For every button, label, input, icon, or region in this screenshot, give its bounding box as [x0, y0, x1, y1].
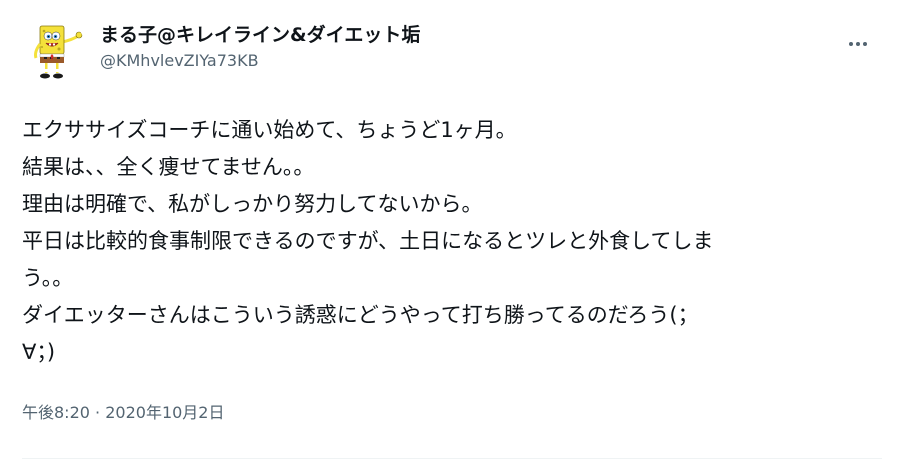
tweet-text: エクササイズコーチに通い始めて、ちょうど1ヶ月。 結果は、、全く痩せてません。。… [22, 112, 852, 371]
tweet-timestamp: 午後8:20 · 2020年10月2日 [22, 401, 224, 425]
author-names: まる子@キレイライン&ダイエット垢 @KMhvlevZIYa73KB [100, 22, 420, 72]
avatar[interactable] [22, 18, 86, 82]
author-handle[interactable]: @KMhvlevZIYa73KB [100, 50, 420, 72]
divider [22, 458, 882, 459]
tweet-text-line: エクササイズコーチに通い始めて、ちょうど1ヶ月。 [22, 118, 517, 142]
tweet-text-line: 平日は比較的食事制限できるのですが、土日になるとツレと外食してしま [22, 229, 714, 253]
tweet-text-line: ∀；) [22, 340, 56, 364]
sponge-character-avatar-icon [22, 18, 86, 82]
tweet-text-line: 結果は、、全く痩せてません。。 [22, 155, 315, 179]
tweet-text-line: う。。 [22, 266, 74, 290]
tweet-text-line: ダイエッターさんはこういう誘惑にどうやって打ち勝ってるのだろう(； [22, 303, 699, 327]
tweet-header: まる子@キレイライン&ダイエット垢 @KMhvlevZIYa73KB [22, 14, 882, 84]
tweet-time-link[interactable]: 午後8:20 [22, 403, 90, 422]
more-options-icon [849, 42, 867, 46]
tweet-text-line: 理由は明確で、私がしっかり努力してないから。 [22, 192, 483, 216]
tweet-date-link[interactable]: 2020年10月2日 [105, 403, 224, 422]
meta-separator: · [95, 403, 101, 422]
more-options-button[interactable] [842, 28, 874, 60]
author-display-name[interactable]: まる子@キレイライン&ダイエット垢 [100, 22, 420, 48]
tweet-card: まる子@キレイライン&ダイエット垢 @KMhvlevZIYa73KB エクササイ… [0, 0, 919, 473]
